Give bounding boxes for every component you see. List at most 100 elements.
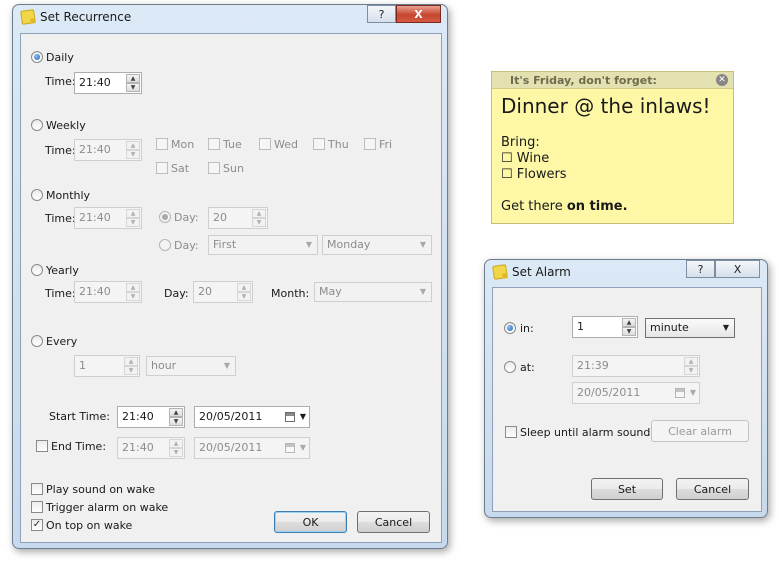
calendar-icon (285, 443, 295, 453)
alarm-at-time-spinner[interactable]: ▲ ▼ (684, 357, 698, 375)
set-recurrence-window: Set Recurrence ? X Daily Time: 21:40 ▲ ▼ … (12, 4, 448, 549)
monthly-time-spinner[interactable]: ▲ ▼ (126, 209, 140, 227)
start-time-field[interactable]: 21:40 ▲ ▼ (117, 406, 185, 428)
start-time-label: Start Time: (49, 410, 110, 423)
monthly-weekday-radio[interactable] (159, 239, 171, 251)
end-time-checkbox[interactable] (36, 440, 48, 452)
clear-alarm-button[interactable]: Clear alarm (651, 420, 749, 442)
sticky-note-icon (20, 9, 36, 25)
mon-checkbox[interactable] (156, 138, 168, 150)
alarm-in-value: 1 (577, 320, 584, 333)
on-top-checkbox[interactable]: ✓ (31, 519, 43, 531)
start-date-picker[interactable]: 20/05/2011 ▼ (194, 406, 310, 428)
recurrence-client-area: Daily Time: 21:40 ▲ ▼ Weekly Time: 21:40 … (20, 33, 442, 543)
close-button[interactable]: X (715, 260, 760, 278)
wed-checkbox[interactable] (259, 138, 271, 150)
monthly-label: Monthly (46, 189, 91, 202)
every-radio[interactable] (31, 335, 43, 347)
monthly-ordinal-select[interactable]: First ▼ (208, 235, 318, 255)
every-unit-value: hour (151, 359, 177, 372)
monthly-time-field[interactable]: 21:40 ▲ ▼ (74, 207, 142, 229)
close-button[interactable]: X (396, 5, 441, 23)
monthly-day-spinner[interactable]: ▲ ▼ (252, 209, 266, 227)
monthly-day2-label: Day: (174, 239, 199, 252)
every-unit-select[interactable]: hour ▼ (146, 356, 236, 376)
weekly-label: Weekly (46, 119, 86, 132)
fri-checkbox[interactable] (364, 138, 376, 150)
alarm-cancel-button[interactable]: Cancel (676, 478, 749, 500)
wed-label: Wed (274, 138, 298, 151)
start-time-spinner[interactable]: ▲ ▼ (169, 408, 183, 426)
monthly-day-field[interactable]: 20 ▲ ▼ (208, 207, 268, 229)
every-amount-spinner[interactable]: ▲ ▼ (124, 357, 138, 375)
help-button[interactable]: ? (686, 260, 715, 278)
window-title: Set Recurrence (40, 10, 132, 24)
monthly-time-label: Time: (45, 212, 76, 225)
monthly-weekday-select[interactable]: Monday ▼ (322, 235, 432, 255)
daily-time-spinner[interactable]: ▲ ▼ (126, 74, 140, 92)
every-amount-value: 1 (79, 359, 86, 372)
sat-label: Sat (171, 162, 190, 175)
alarm-in-radio[interactable] (504, 322, 516, 334)
alarm-client-area: in: 1 ▲ ▼ minute ▼ at: 21:39 ▲ ▼ 20/05/201… (492, 287, 762, 512)
on-top-label: On top on wake (46, 519, 133, 532)
monthly-ordinal-value: First (213, 238, 237, 251)
alarm-unit-value: minute (650, 321, 689, 334)
alarm-in-field[interactable]: 1 ▲ ▼ (572, 316, 638, 338)
alarm-unit-select[interactable]: minute ▼ (645, 318, 735, 338)
end-date-picker[interactable]: 20/05/2011 ▼ (194, 437, 310, 459)
help-button[interactable]: ? (367, 5, 396, 23)
weekly-time-field[interactable]: 21:40 ▲ ▼ (74, 139, 142, 161)
alarm-at-radio[interactable] (504, 361, 516, 373)
play-sound-checkbox[interactable] (31, 483, 43, 495)
note-footer-bold: on time. (566, 199, 628, 214)
weekly-radio[interactable] (31, 119, 43, 131)
trigger-alarm-label: Trigger alarm on wake (46, 501, 169, 514)
weekly-time-label: Time: (45, 144, 76, 157)
sun-checkbox[interactable] (208, 162, 220, 174)
fri-label: Fri (379, 138, 393, 151)
daily-time-field[interactable]: 21:40 ▲ ▼ (74, 72, 142, 94)
chevron-down-icon: ▼ (299, 412, 306, 421)
chevron-down-icon: ▼ (299, 443, 306, 452)
monthly-radio[interactable] (31, 189, 43, 201)
yearly-radio[interactable] (31, 264, 43, 276)
yearly-month-value: May (319, 285, 342, 298)
daily-time-value: 21:40 (79, 76, 111, 89)
weekly-time-spinner[interactable]: ▲ ▼ (126, 141, 140, 159)
sleep-until-checkbox[interactable] (505, 426, 517, 438)
yearly-time-spinner[interactable]: ▲ ▼ (126, 283, 140, 301)
cancel-button[interactable]: Cancel (357, 511, 430, 533)
every-amount-field[interactable]: 1 ▲ ▼ (74, 355, 140, 377)
end-time-spinner[interactable]: ▲ ▼ (169, 439, 183, 457)
yearly-time-label: Time: (45, 287, 76, 300)
yearly-day-spinner[interactable]: ▲ ▼ (237, 283, 251, 301)
ok-button[interactable]: OK (274, 511, 347, 533)
chevron-down-icon: ▼ (722, 323, 729, 332)
yearly-time-field[interactable]: 21:40 ▲ ▼ (74, 281, 142, 303)
note-header[interactable]: It's Friday, don't forget: ✕ (492, 72, 733, 89)
trigger-alarm-checkbox[interactable] (31, 501, 43, 513)
set-button[interactable]: Set (591, 478, 663, 500)
sticky-note[interactable]: It's Friday, don't forget: ✕ Dinner @ th… (491, 71, 734, 224)
close-icon[interactable]: ✕ (716, 74, 728, 86)
yearly-month-select[interactable]: May ▼ (314, 282, 432, 302)
monthly-day-radio[interactable] (159, 211, 171, 223)
note-footer-prefix: Get there (501, 199, 567, 214)
note-footer: Get there on time. (501, 199, 628, 214)
thu-checkbox[interactable] (313, 138, 325, 150)
end-time-field[interactable]: 21:40 ▲ ▼ (117, 437, 185, 459)
sat-checkbox[interactable] (156, 162, 168, 174)
alarm-at-time-field[interactable]: 21:39 ▲ ▼ (572, 355, 700, 377)
alarm-at-date-picker[interactable]: 20/05/2011 ▼ (572, 382, 700, 404)
note-header-text: It's Friday, don't forget: (510, 74, 657, 87)
yearly-day-field[interactable]: 20 ▲ ▼ (193, 281, 253, 303)
chevron-down-icon: ▼ (419, 287, 426, 296)
weekly-time-value: 21:40 (79, 143, 111, 156)
daily-radio[interactable] (31, 51, 43, 63)
tue-checkbox[interactable] (208, 138, 220, 150)
yearly-month-label: Month: (271, 287, 310, 300)
monthly-time-value: 21:40 (79, 211, 111, 224)
sticky-note-icon (492, 264, 508, 280)
alarm-in-spinner[interactable]: ▲ ▼ (622, 318, 636, 336)
